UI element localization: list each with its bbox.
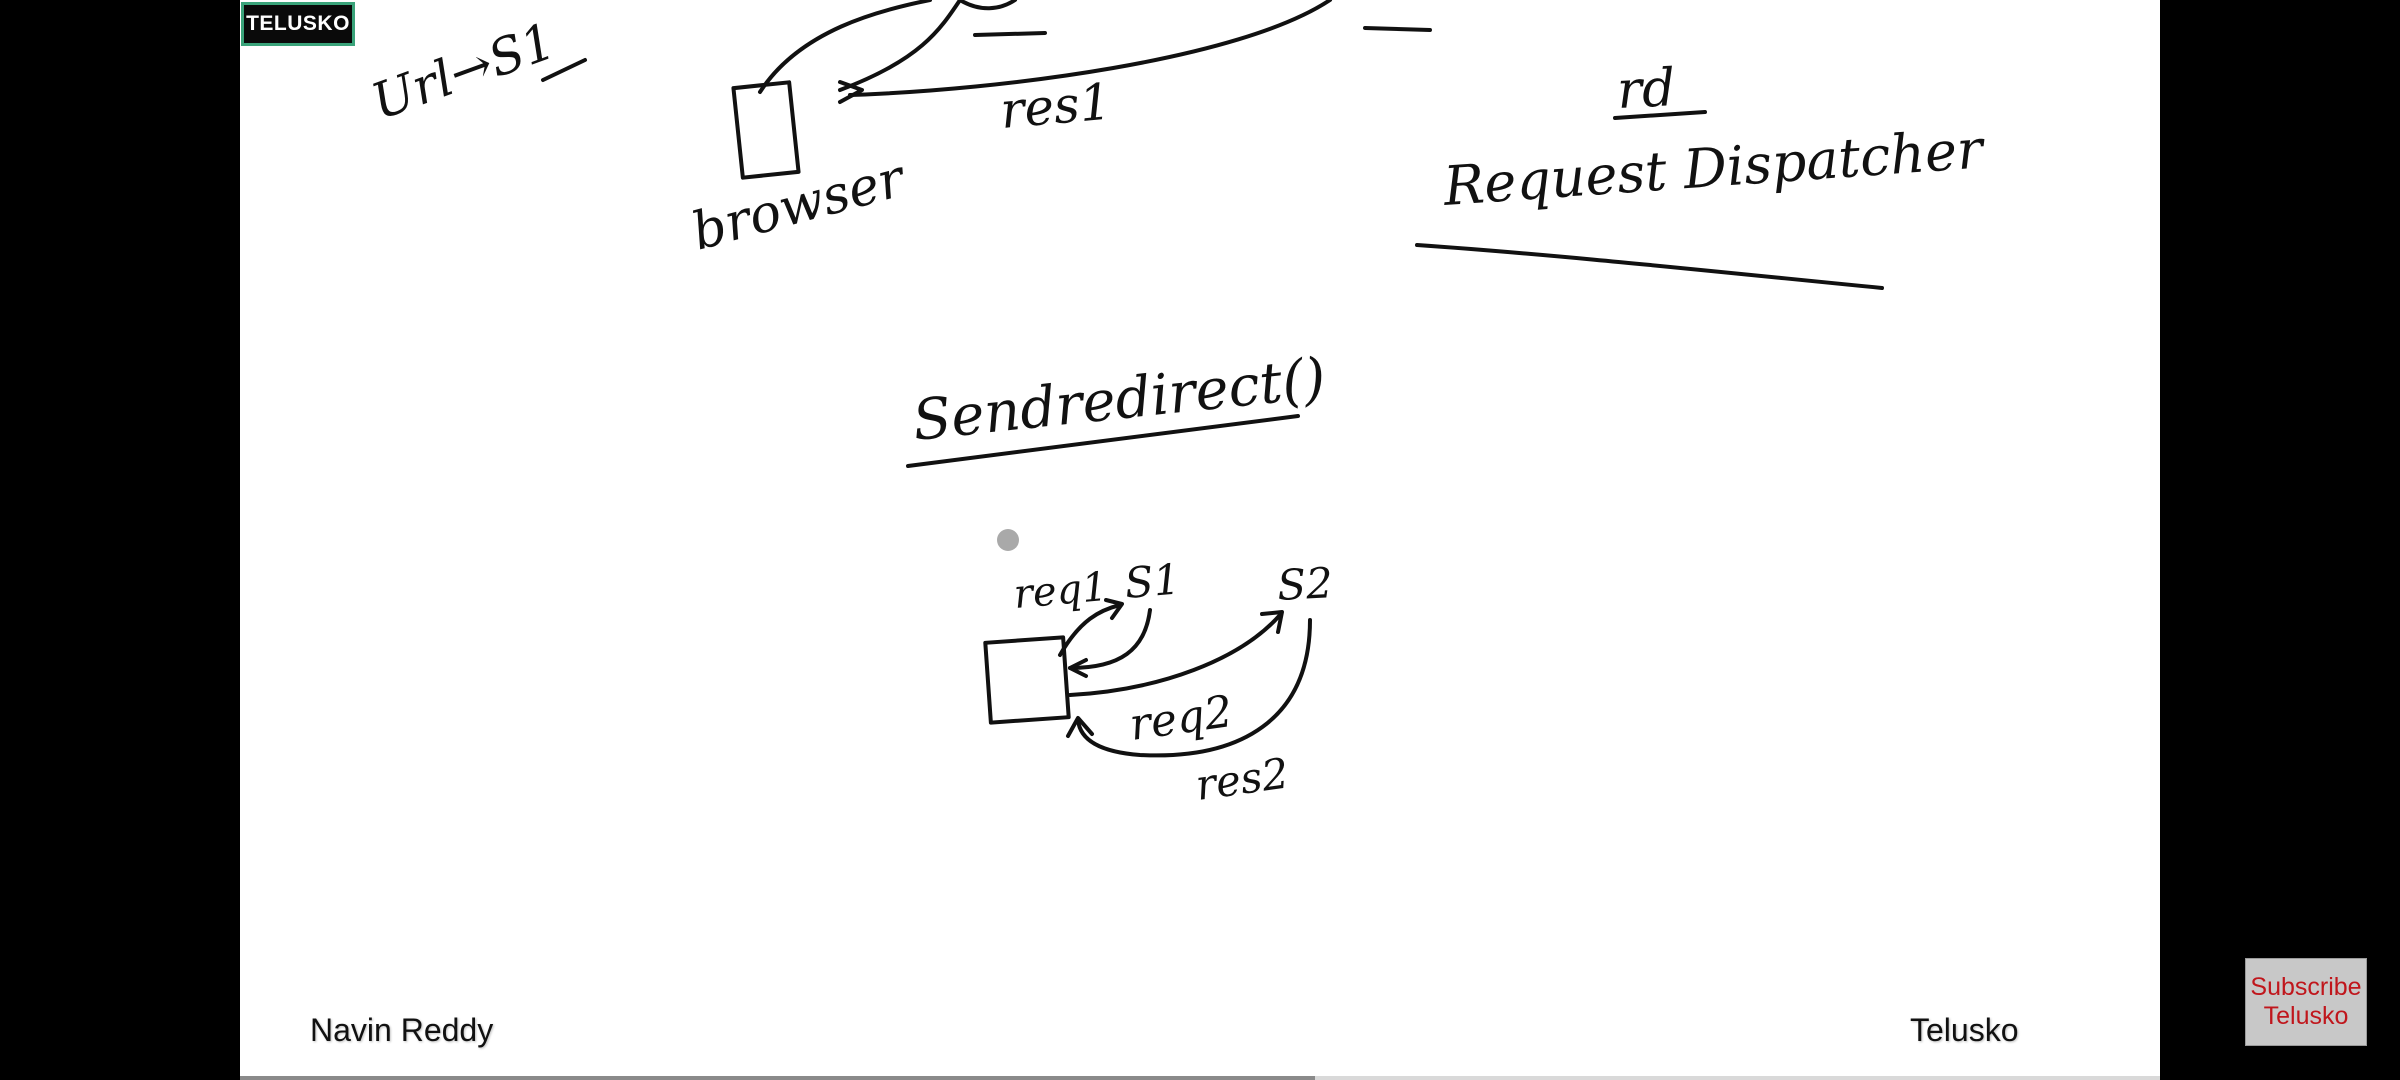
browser-box: [731, 80, 801, 180]
pointer-dot: [997, 529, 1019, 551]
request-dispatcher-underline: [1415, 243, 1884, 290]
subscribe-label: Subscribe: [2250, 973, 2362, 1001]
channel-logo-badge: TELUSKO: [241, 2, 355, 46]
video-frame: Url→S1 browser res1 rd Request Dispatche…: [0, 0, 2400, 1080]
top-arc-stroke: [758, 0, 932, 94]
channel-name: Telusko: [1910, 1012, 2019, 1048]
subscribe-button[interactable]: Subscribe Telusko: [2245, 958, 2367, 1046]
whiteboard: Url→S1 browser res1 rd Request Dispatche…: [240, 0, 2160, 1080]
rd-label: rd: [1616, 58, 1677, 121]
video-progress-fill: [240, 1076, 1316, 1080]
top-dash-2: [1363, 26, 1432, 32]
res1-label: res1: [998, 73, 1114, 140]
req1-label: req1: [1012, 564, 1110, 618]
top-arc-stroke-2: [838, 0, 962, 92]
req2-label: req2: [1126, 686, 1235, 751]
url-s1-label: Url→S1: [364, 12, 562, 131]
request-dispatcher-label: Request Dispatcher: [1441, 117, 1988, 218]
req2-arrow: [1068, 613, 1282, 697]
whiteboard-drawing: Url→S1 browser res1 rd Request Dispatche…: [364, 0, 1988, 810]
res2-label: res2: [1193, 748, 1292, 809]
presenter-name: Navin Reddy: [310, 1012, 494, 1048]
s1-label: S1: [1123, 554, 1183, 608]
browser-arrowhead: [838, 80, 864, 104]
subscribe-channel-label: Telusko: [2263, 1002, 2349, 1030]
top-dash-1: [973, 31, 1047, 37]
top-small-curve: [958, 0, 1017, 11]
client-box: [983, 635, 1071, 725]
video-progress-bar[interactable]: [240, 1076, 2160, 1080]
s2-label: S2: [1276, 558, 1334, 610]
s1-response-arrow: [1068, 608, 1152, 670]
